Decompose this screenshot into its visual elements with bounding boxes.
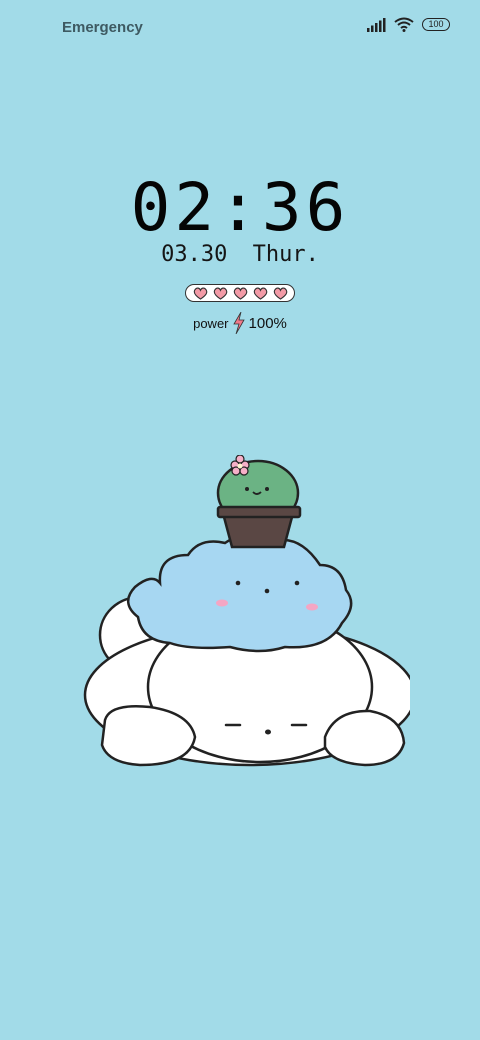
power-percent: 100%: [248, 314, 287, 332]
status-icons: 100: [366, 17, 450, 32]
power-indicator: power 100%: [0, 312, 480, 334]
signal-icon: [367, 17, 386, 32]
clock-time: 02:36: [130, 169, 350, 246]
heart-icon: [213, 287, 227, 300]
cactus-pot: [216, 455, 302, 549]
battery-icon: 100: [422, 18, 450, 31]
date-label: 03.30: [161, 242, 228, 267]
heart-icon: [233, 287, 247, 300]
wallpaper-illustration: [83, 455, 410, 767]
lightning-icon: [232, 312, 245, 334]
weekday-label: Thur.: [252, 242, 319, 267]
power-label: power: [193, 315, 229, 331]
heart-icon: [273, 287, 287, 300]
heart-icon: [253, 287, 267, 300]
date-row: 03.30 Thur.: [0, 242, 480, 267]
status-bar: Emergency c 100: [0, 0, 480, 56]
heart-icon: [193, 287, 207, 300]
flower-icon: [230, 455, 250, 476]
blue-cloud: [127, 533, 353, 653]
emergency-call-button[interactable]: Emergency c: [62, 19, 146, 36]
wifi-icon: [394, 17, 414, 32]
battery-hearts: [185, 284, 295, 302]
